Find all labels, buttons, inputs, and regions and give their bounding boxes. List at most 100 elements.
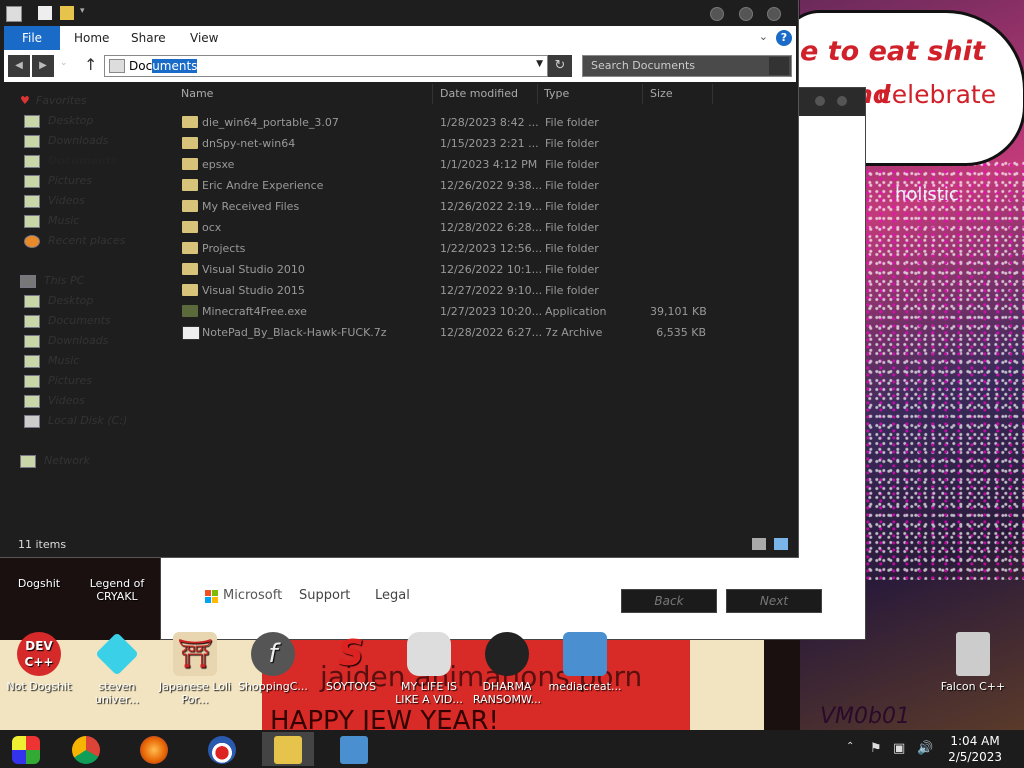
- nav-fav-pictures[interactable]: Pictures: [24, 174, 92, 194]
- microsoft-logo-icon: [205, 590, 219, 604]
- column-header-name[interactable]: Name: [181, 87, 213, 100]
- folder-icon: [182, 242, 198, 254]
- chevron-down-icon[interactable]: ⌄: [759, 30, 768, 43]
- customize-toolbar-icon[interactable]: ▾: [80, 6, 94, 20]
- nav-pc-desktop[interactable]: Desktop: [24, 294, 93, 314]
- file-row[interactable]: My Received Files 12/26/2022 2:19... File …: [172, 196, 732, 217]
- up-arrow-icon[interactable]: ↑: [84, 55, 97, 74]
- folder-icon: [182, 137, 198, 149]
- maximize-button[interactable]: [739, 7, 753, 21]
- nav-fav-documents[interactable]: Documents: [24, 154, 118, 174]
- details-view-icon[interactable]: [752, 538, 766, 550]
- column-header-type[interactable]: Type: [544, 87, 569, 100]
- search-input[interactable]: Search Documents: [582, 55, 792, 77]
- status-bar: 11 items: [0, 530, 798, 557]
- desktop-icon-japanese[interactable]: ⛩ Japanese Loli Por...: [158, 632, 232, 706]
- setup-minimize-button[interactable]: [815, 96, 825, 106]
- nav-pc-music[interactable]: Music: [24, 354, 79, 374]
- taskbar-clock[interactable]: 1:04 AM 2/5/2023: [948, 733, 1002, 765]
- next-button[interactable]: Next: [726, 589, 822, 613]
- column-separator[interactable]: [642, 84, 643, 104]
- chrome-icon: [72, 736, 100, 764]
- new-folder-icon[interactable]: [60, 6, 74, 20]
- start-button[interactable]: [2, 732, 50, 766]
- tab-file[interactable]: File: [4, 26, 60, 50]
- explorer-titlebar[interactable]: ▾: [0, 0, 798, 26]
- taskbar: ⌃ ⚑ ▣ 🔊 1:04 AM 2/5/2023: [0, 730, 1024, 768]
- forward-arrow-icon[interactable]: ▶: [32, 55, 54, 77]
- taskbar-installer[interactable]: [330, 732, 378, 766]
- file-row[interactable]: epsxe 1/1/2023 4:12 PM File folder: [172, 154, 732, 175]
- properties-icon[interactable]: [38, 6, 52, 20]
- desktop-icon-falcon[interactable]: Falcon C++: [936, 632, 1010, 693]
- file-list: Name Date modified Type Size die_win64_p…: [172, 84, 798, 524]
- nav-fav-recent[interactable]: Recent places: [24, 234, 125, 254]
- help-icon[interactable]: ?: [776, 30, 792, 46]
- setup-close-button[interactable]: [837, 96, 847, 106]
- s-logo-icon: S: [338, 633, 364, 674]
- desktop-icon-not-dogshit[interactable]: DEV C++ Not Dogshit: [2, 632, 76, 693]
- refresh-icon[interactable]: ↻: [548, 55, 572, 77]
- file-row[interactable]: ocx 12/28/2022 6:28... File folder: [172, 217, 732, 238]
- legal-link[interactable]: Legal: [375, 588, 410, 603]
- desktop-icon-legend-of-cryakl[interactable]: Legend of CRYAKL: [80, 577, 154, 603]
- taskbar-chrome[interactable]: [62, 732, 110, 766]
- file-row[interactable]: Visual Studio 2015 12/27/2022 9:10... File…: [172, 280, 732, 301]
- taskbar-file-explorer[interactable]: [262, 732, 314, 766]
- desktop-icon-my-life[interactable]: MY LIFE IS LIKE A VID...: [392, 632, 466, 706]
- network-icon[interactable]: ▣: [893, 741, 905, 756]
- nav-pc-local-disk[interactable]: Local Disk (C:): [24, 414, 127, 434]
- search-icon[interactable]: [769, 57, 789, 75]
- large-icons-view-icon[interactable]: [774, 538, 788, 550]
- tab-share[interactable]: Share: [121, 26, 176, 50]
- column-separator[interactable]: [712, 84, 713, 104]
- file-row[interactable]: Minecraft4Free.exe 1/27/2023 10:20... Appl…: [172, 301, 732, 322]
- devcpp-icon: DEV C++: [17, 632, 61, 676]
- tray-expand-icon[interactable]: ⌃: [846, 741, 854, 752]
- nav-network[interactable]: Network: [20, 454, 90, 474]
- file-type: File folder: [545, 242, 599, 255]
- desktop-icon-dharma[interactable]: DHARMA RANSOMW...: [470, 632, 544, 706]
- column-separator[interactable]: [432, 84, 433, 104]
- nav-fav-desktop[interactable]: Desktop: [24, 114, 93, 134]
- volume-icon[interactable]: 🔊: [917, 741, 933, 756]
- window-system-icon[interactable]: [6, 6, 22, 22]
- tab-view[interactable]: View: [180, 26, 228, 50]
- nav-fav-music[interactable]: Music: [24, 214, 79, 234]
- file-date: 1/28/2023 8:42 ...: [440, 116, 539, 129]
- file-row[interactable]: NotePad_By_Black-Hawk-FUCK.7z 12/28/2022 …: [172, 322, 732, 343]
- back-arrow-icon[interactable]: ◀: [8, 55, 30, 77]
- nav-pc-downloads[interactable]: Downloads: [24, 334, 108, 354]
- back-button[interactable]: Back: [621, 589, 717, 613]
- taskbar-obama[interactable]: [198, 732, 246, 766]
- nav-pc-documents[interactable]: Documents: [24, 314, 111, 334]
- taskbar-firefox[interactable]: [130, 732, 178, 766]
- desktop-icon-soytoys[interactable]: S SOYTOYS: [314, 632, 388, 693]
- file-row[interactable]: Eric Andre Experience 12/26/2022 9:38... F…: [172, 175, 732, 196]
- tab-home[interactable]: Home: [64, 26, 119, 50]
- flag-icon[interactable]: ⚑: [870, 741, 882, 756]
- nav-pc-pictures[interactable]: Pictures: [24, 374, 92, 394]
- nav-this-pc[interactable]: This PC: [20, 274, 84, 294]
- file-row[interactable]: dnSpy-net-win64 1/15/2023 2:21 ... File fo…: [172, 133, 732, 154]
- address-input[interactable]: Documents ▼: [104, 55, 548, 77]
- nav-fav-downloads[interactable]: Downloads: [24, 134, 108, 154]
- column-header-date[interactable]: Date modified: [440, 87, 518, 100]
- desktop-icon-dogshit[interactable]: Dogshit: [2, 577, 76, 590]
- nav-favorites[interactable]: ♥ Favorites: [20, 94, 87, 114]
- support-link[interactable]: Support: [299, 588, 350, 603]
- close-button[interactable]: [767, 7, 781, 21]
- nav-fav-videos[interactable]: Videos: [24, 194, 85, 214]
- desktop-icon-shopping[interactable]: f ShoppingC...: [236, 632, 310, 693]
- recent-locations-icon[interactable]: ⌄: [60, 58, 68, 68]
- file-row[interactable]: Visual Studio 2010 12/26/2022 10:1... File…: [172, 259, 732, 280]
- file-row[interactable]: Projects 1/22/2023 12:56... File folder: [172, 238, 732, 259]
- file-row[interactable]: die_win64_portable_3.07 1/28/2023 8:42 ..…: [172, 112, 732, 133]
- desktop-icon-mediacreation[interactable]: mediacreat...: [548, 632, 622, 693]
- column-separator[interactable]: [537, 84, 538, 104]
- nav-pc-videos[interactable]: Videos: [24, 394, 85, 414]
- minimize-button[interactable]: [710, 7, 724, 21]
- column-header-size[interactable]: Size: [650, 87, 673, 100]
- desktop-icon-steven-universe[interactable]: steven univer...: [80, 632, 154, 706]
- address-dropdown-icon[interactable]: ▼: [536, 59, 543, 69]
